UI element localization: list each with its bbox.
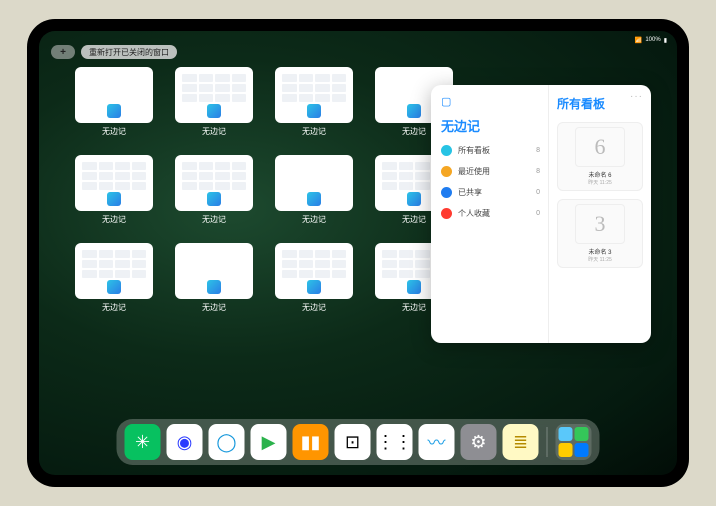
thumbnail-label: 无边记 — [102, 302, 126, 313]
thumbnail-label: 无边记 — [402, 302, 426, 313]
board-preview: 6 — [575, 127, 625, 167]
panel-content: 所有看板 6未命名 6昨天 11:253未命名 3昨天 11:25 — [549, 85, 651, 343]
app-thumbnail[interactable]: 无边记 — [173, 67, 255, 147]
dock-app-play[interactable]: ▶ — [251, 424, 287, 460]
dock-app-qqbrowser[interactable]: ◯ — [209, 424, 245, 460]
new-window-button[interactable]: + — [51, 45, 75, 59]
board-card[interactable]: 6 未命名 6昨天 11:25 — [557, 122, 643, 191]
sidebar-item[interactable]: 个人收藏 0 — [441, 208, 540, 219]
app-thumbnail[interactable]: 无边记 — [273, 243, 355, 323]
dock-recent-stack[interactable] — [556, 424, 592, 460]
app-thumbnail[interactable]: 无边记 — [73, 243, 155, 323]
panel-sidebar: ▢ 无边记 所有看板 8 最近使用 8 已共享 0 个人收藏 0 — [431, 85, 549, 343]
app-switcher-grid: 无边记无边记无边记无边记无边记无边记无边记无边记无边记无边记无边记无边记 — [73, 67, 455, 323]
dock-app-books[interactable]: ▮▮ — [293, 424, 329, 460]
battery-text: 100% — [645, 37, 660, 43]
thumbnail-label: 无边记 — [102, 214, 126, 225]
thumbnail-preview — [275, 243, 353, 299]
dock-app-quark[interactable]: ◉ — [167, 424, 203, 460]
thumbnail-label: 无边记 — [202, 126, 226, 137]
more-icon[interactable]: ··· — [630, 91, 643, 102]
thumbnail-preview — [175, 243, 253, 299]
dock-app-settings[interactable]: ⚙ — [461, 424, 497, 460]
app-thumbnail[interactable]: 无边记 — [73, 67, 155, 147]
freeform-overlay-panel: ··· ▢ 无边记 所有看板 8 最近使用 8 已共享 0 个人收藏 0 所有看板 6 未命名 … — [431, 85, 651, 343]
dock-app-notes[interactable]: ≣ — [503, 424, 539, 460]
wifi-icon: 📶 — [635, 37, 642, 44]
sidebar-item[interactable]: 最近使用 8 — [441, 166, 540, 177]
sidebar-item[interactable]: 已共享 0 — [441, 187, 540, 198]
sidebar-item-icon — [441, 208, 452, 219]
sidebar-item-count: 8 — [536, 147, 540, 154]
thumbnail-label: 无边记 — [402, 214, 426, 225]
thumbnail-preview — [75, 243, 153, 299]
thumbnail-preview — [75, 67, 153, 123]
thumbnail-label: 无边记 — [302, 302, 326, 313]
app-thumbnail[interactable]: 无边记 — [273, 67, 355, 147]
ipad-frame: 📶 100% ▮ + 重新打开已关闭的窗口 无边记无边记无边记无边记无边记无边记… — [27, 19, 689, 487]
dock: ✳◉◯▶▮▮⊡⋮⋮〰⚙≣ — [117, 419, 600, 465]
sidebar-item-count: 0 — [536, 189, 540, 196]
sidebar-toggle-icon[interactable]: ▢ — [441, 95, 540, 108]
top-controls: + 重新打开已关闭的窗口 — [51, 45, 177, 59]
app-thumbnail[interactable]: 无边记 — [73, 155, 155, 235]
thumbnail-preview — [275, 67, 353, 123]
sidebar-item-label: 最近使用 — [458, 166, 490, 177]
sidebar-item-icon — [441, 145, 452, 156]
app-thumbnail[interactable]: 无边记 — [173, 155, 255, 235]
sidebar-item-label: 所有看板 — [458, 145, 490, 156]
thumbnail-label: 无边记 — [302, 126, 326, 137]
battery-icon: ▮ — [664, 37, 667, 44]
thumbnail-label: 无边记 — [202, 302, 226, 313]
panel-app-title: 无边记 — [441, 116, 540, 135]
dock-app-freeform[interactable]: 〰 — [419, 424, 455, 460]
thumbnail-preview — [75, 155, 153, 211]
app-thumbnail[interactable]: 无边记 — [273, 155, 355, 235]
board-time: 昨天 11:25 — [588, 256, 612, 263]
ipad-screen: 📶 100% ▮ + 重新打开已关闭的窗口 无边记无边记无边记无边记无边记无边记… — [39, 31, 677, 475]
board-card[interactable]: 3 未命名 3昨天 11:25 — [557, 199, 643, 268]
sidebar-item-label: 已共享 — [458, 187, 482, 198]
sidebar-item-label: 个人收藏 — [458, 208, 490, 219]
sidebar-item[interactable]: 所有看板 8 — [441, 145, 540, 156]
dock-app-nodes[interactable]: ⋮⋮ — [377, 424, 413, 460]
thumbnail-label: 无边记 — [202, 214, 226, 225]
sidebar-item-count: 0 — [536, 210, 540, 217]
thumbnail-label: 无边记 — [102, 126, 126, 137]
reopen-closed-window-button[interactable]: 重新打开已关闭的窗口 — [81, 45, 177, 59]
thumbnail-preview — [275, 155, 353, 211]
board-preview: 3 — [575, 204, 625, 244]
thumbnail-label: 无边记 — [402, 126, 426, 137]
board-name: 未命名 3 — [588, 247, 611, 256]
sidebar-item-icon — [441, 166, 452, 177]
app-thumbnail[interactable]: 无边记 — [173, 243, 255, 323]
board-time: 昨天 11:25 — [588, 179, 612, 186]
board-name: 未命名 6 — [588, 170, 611, 179]
thumbnail-preview — [175, 155, 253, 211]
sidebar-item-icon — [441, 187, 452, 198]
dock-separator — [547, 427, 548, 457]
dock-app-dice[interactable]: ⊡ — [335, 424, 371, 460]
sidebar-item-count: 8 — [536, 168, 540, 175]
thumbnail-label: 无边记 — [302, 214, 326, 225]
dock-app-wechat[interactable]: ✳ — [125, 424, 161, 460]
thumbnail-preview — [175, 67, 253, 123]
